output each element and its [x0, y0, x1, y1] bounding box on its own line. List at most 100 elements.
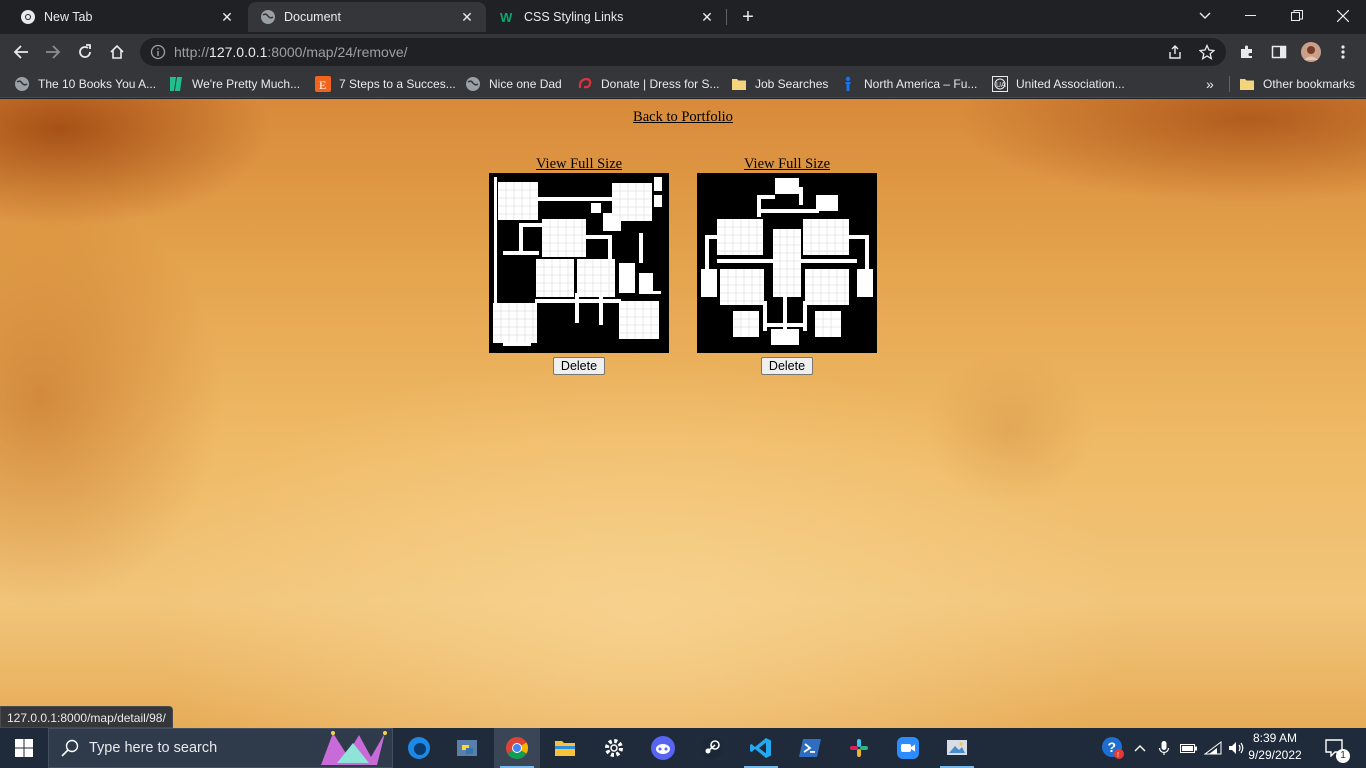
restore-icon: [1291, 10, 1303, 21]
more-bookmarks-button[interactable]: »: [1206, 74, 1214, 94]
home-icon: [110, 44, 124, 59]
info-icon[interactable]: [150, 44, 166, 60]
delete-button[interactable]: Delete: [552, 357, 606, 375]
search-highlight-icon[interactable]: [315, 729, 391, 768]
bookmark-star-button[interactable]: [1194, 38, 1220, 66]
address-bar[interactable]: http://127.0.0.1:8000/map/24/remove/: [140, 38, 1226, 66]
taskbar-app-file-explorer[interactable]: [542, 728, 588, 768]
bookmark-item[interactable]: Donate | Dress for S...: [577, 74, 720, 94]
forward-button[interactable]: [40, 39, 66, 65]
back-link-row: Back to Portfolio: [0, 109, 1366, 126]
profile-button[interactable]: [1298, 39, 1324, 65]
taskbar-app-vscode[interactable]: [738, 728, 784, 768]
home-button[interactable]: [104, 39, 130, 65]
bookmark-item[interactable]: The 10 Books You A...: [14, 74, 156, 94]
start-button[interactable]: [0, 728, 48, 768]
notification-badge: 1: [1336, 749, 1350, 763]
system-clock[interactable]: 8:39 AM 9/29/2022: [1244, 730, 1306, 764]
taskbar-app-settings[interactable]: [591, 728, 637, 768]
tab-new-tab[interactable]: New Tab ✕: [8, 2, 246, 32]
globe-icon: [261, 10, 275, 24]
show-hidden-icons-button[interactable]: [1130, 728, 1150, 768]
globe-icon: [466, 77, 480, 91]
reload-button[interactable]: [72, 39, 98, 65]
tab-document[interactable]: Document ✕: [248, 2, 486, 32]
taskbar-app-edge[interactable]: [396, 728, 442, 768]
kebab-menu-icon: [1341, 45, 1345, 59]
url-text: http://127.0.0.1:8000/map/24/remove/: [174, 44, 408, 60]
bookmark-label: We're Pretty Much...: [192, 77, 301, 91]
share-button[interactable]: [1162, 38, 1188, 66]
taskbar-app-slack[interactable]: [836, 728, 882, 768]
taskbar-app-python[interactable]: [444, 728, 490, 768]
windows-taskbar: Type here to search ?! 8:39 AM 9/29/2022…: [0, 728, 1366, 768]
close-icon[interactable]: ✕: [458, 8, 476, 26]
swirl-icon: [578, 77, 592, 89]
tab-search-button[interactable]: [1182, 0, 1228, 32]
taskbar-app-chrome[interactable]: [494, 728, 540, 768]
tab-css-styling-links[interactable]: W CSS Styling Links ✕: [488, 2, 726, 32]
bookmark-folder[interactable]: Job Searches: [731, 74, 828, 94]
svg-text:E: E: [319, 78, 326, 92]
bookmark-label: Other bookmarks: [1263, 77, 1356, 91]
map-card: View Full Size Delete: [489, 156, 669, 375]
chrome-icon: [21, 10, 35, 24]
bookmarks-bar: The 10 Books You A... We're Pretty Much.…: [0, 70, 1366, 98]
close-icon[interactable]: ✕: [218, 8, 236, 26]
delete-button[interactable]: Delete: [760, 357, 814, 375]
share-icon: [1169, 45, 1181, 59]
side-panel-button[interactable]: [1266, 39, 1292, 65]
gear-icon: [605, 739, 623, 757]
taskbar-app-photos[interactable]: [934, 728, 980, 768]
taskbar-app-discord[interactable]: [640, 728, 686, 768]
map-thumbnail[interactable]: [697, 173, 877, 353]
microphone-tray-button[interactable]: [1154, 728, 1174, 768]
tab-title: New Tab: [44, 10, 93, 24]
new-tab-button[interactable]: +: [736, 5, 760, 29]
battery-tray-button[interactable]: [1178, 728, 1200, 768]
bookmark-label: Donate | Dress for S...: [601, 77, 720, 91]
taskbar-search[interactable]: Type here to search: [48, 728, 393, 768]
wifi-tray-button[interactable]: [1202, 728, 1224, 768]
back-button[interactable]: [8, 39, 34, 65]
view-full-size-link[interactable]: View Full Size: [697, 156, 877, 172]
python-icon: [457, 740, 477, 756]
view-full-size-link[interactable]: View Full Size: [489, 156, 669, 172]
bookmark-item[interactable]: Nice one Dad: [465, 74, 562, 94]
avatar: [1301, 42, 1321, 62]
tab-title: CSS Styling Links: [524, 10, 624, 24]
svg-text:UA: UA: [996, 82, 1006, 89]
close-icon[interactable]: ✕: [698, 8, 716, 26]
other-bookmarks-folder[interactable]: Other bookmarks: [1239, 74, 1355, 94]
bookmark-item[interactable]: UA United Association...: [992, 74, 1125, 94]
clock-date: 9/29/2022: [1248, 748, 1302, 762]
bookmark-item[interactable]: We're Pretty Much...: [168, 74, 300, 94]
taskbar-app-zoom[interactable]: [885, 728, 931, 768]
tab-strip: New Tab ✕ Document ✕ W CSS Styling Links…: [0, 0, 1366, 34]
close-window-button[interactable]: [1320, 0, 1366, 32]
tab-separator: [726, 9, 727, 25]
chevron-double-right-icon: »: [1206, 76, 1214, 92]
blue-figure-icon: [845, 76, 851, 91]
minimize-icon: [1245, 15, 1256, 16]
w3-icon: W: [500, 10, 513, 25]
help-tray-button[interactable]: ?!: [1098, 728, 1128, 768]
bookmark-item[interactable]: North America – Fu...: [840, 74, 977, 94]
side-panel-icon: [1271, 45, 1287, 59]
chrome-icon: [506, 737, 528, 759]
taskbar-app-steam[interactable]: [689, 728, 735, 768]
arrow-right-icon: [46, 45, 61, 59]
taskbar-app-powershell[interactable]: [787, 728, 833, 768]
action-center-button[interactable]: 1: [1318, 728, 1352, 768]
bookmark-item[interactable]: E 7 Steps to a Succes...: [315, 74, 456, 94]
star-icon: [1199, 44, 1215, 60]
minimize-button[interactable]: [1228, 0, 1274, 32]
extensions-button[interactable]: [1234, 39, 1260, 65]
map-thumbnail[interactable]: [489, 173, 669, 353]
globe-icon: [15, 77, 29, 91]
chevron-up-icon: [1134, 745, 1146, 752]
restore-button[interactable]: [1274, 0, 1320, 32]
help-icon: ?!: [1102, 737, 1124, 759]
menu-button[interactable]: [1330, 39, 1356, 65]
back-to-portfolio-link[interactable]: Back to Portfolio: [633, 109, 733, 126]
